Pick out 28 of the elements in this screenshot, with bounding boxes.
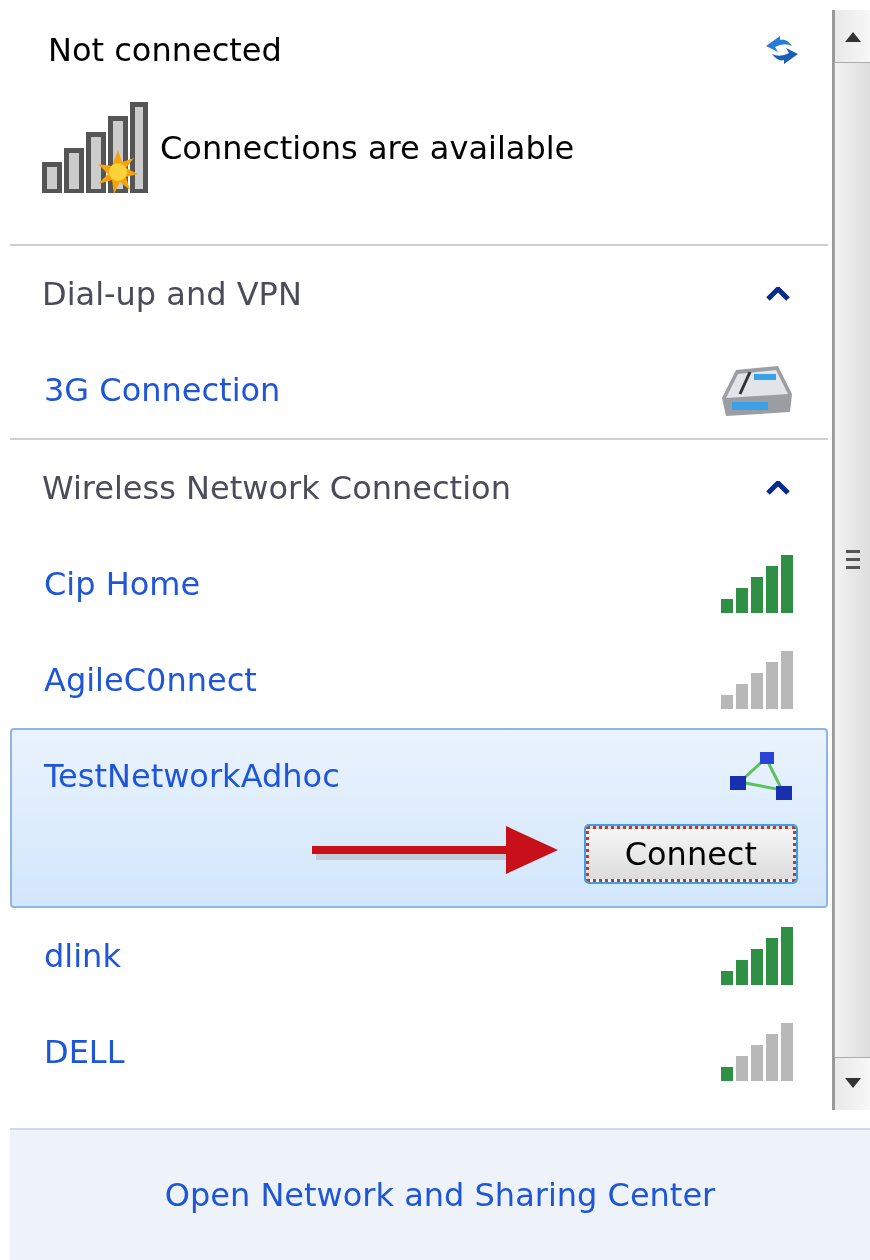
- grip-icon: [845, 550, 860, 570]
- section-title: Dial-up and VPN: [42, 275, 302, 313]
- network-name: Cip Home: [44, 565, 201, 603]
- signal-strength-icon: [720, 1021, 796, 1083]
- signal-star-icon: [40, 100, 150, 195]
- network-item[interactable]: AgileC0nnect: [10, 632, 828, 728]
- network-item[interactable]: Cip Home: [10, 536, 828, 632]
- network-name: TestNetworkAdhoc: [44, 757, 340, 795]
- signal-strength-icon: [720, 553, 796, 615]
- scroll-down-icon[interactable]: [844, 1078, 861, 1088]
- connect-button[interactable]: Connect: [585, 826, 796, 882]
- network-item[interactable]: DELL: [10, 1004, 828, 1100]
- section-title: Wireless Network Connection: [42, 469, 511, 507]
- collapse-chevron-icon[interactable]: [766, 481, 790, 495]
- collapse-chevron-icon[interactable]: [766, 287, 790, 301]
- status-message: Connections are available: [160, 128, 575, 167]
- network-name: dlink: [44, 937, 121, 975]
- scroll-up-icon[interactable]: [844, 32, 861, 42]
- network-name: 3G Connection: [44, 371, 281, 409]
- network-name: DELL: [44, 1033, 125, 1071]
- network-name: AgileC0nnect: [44, 661, 257, 699]
- selected-network-item[interactable]: TestNetworkAdhoc Connect: [10, 728, 828, 908]
- signal-strength-icon: [720, 649, 796, 711]
- network-item[interactable]: dlink: [10, 908, 828, 1004]
- network-item[interactable]: 3G Connection: [10, 342, 828, 438]
- signal-strength-icon: [720, 925, 796, 987]
- network-center-link[interactable]: Open Network and Sharing Center: [164, 1176, 716, 1214]
- status-title: Not connected: [48, 31, 282, 69]
